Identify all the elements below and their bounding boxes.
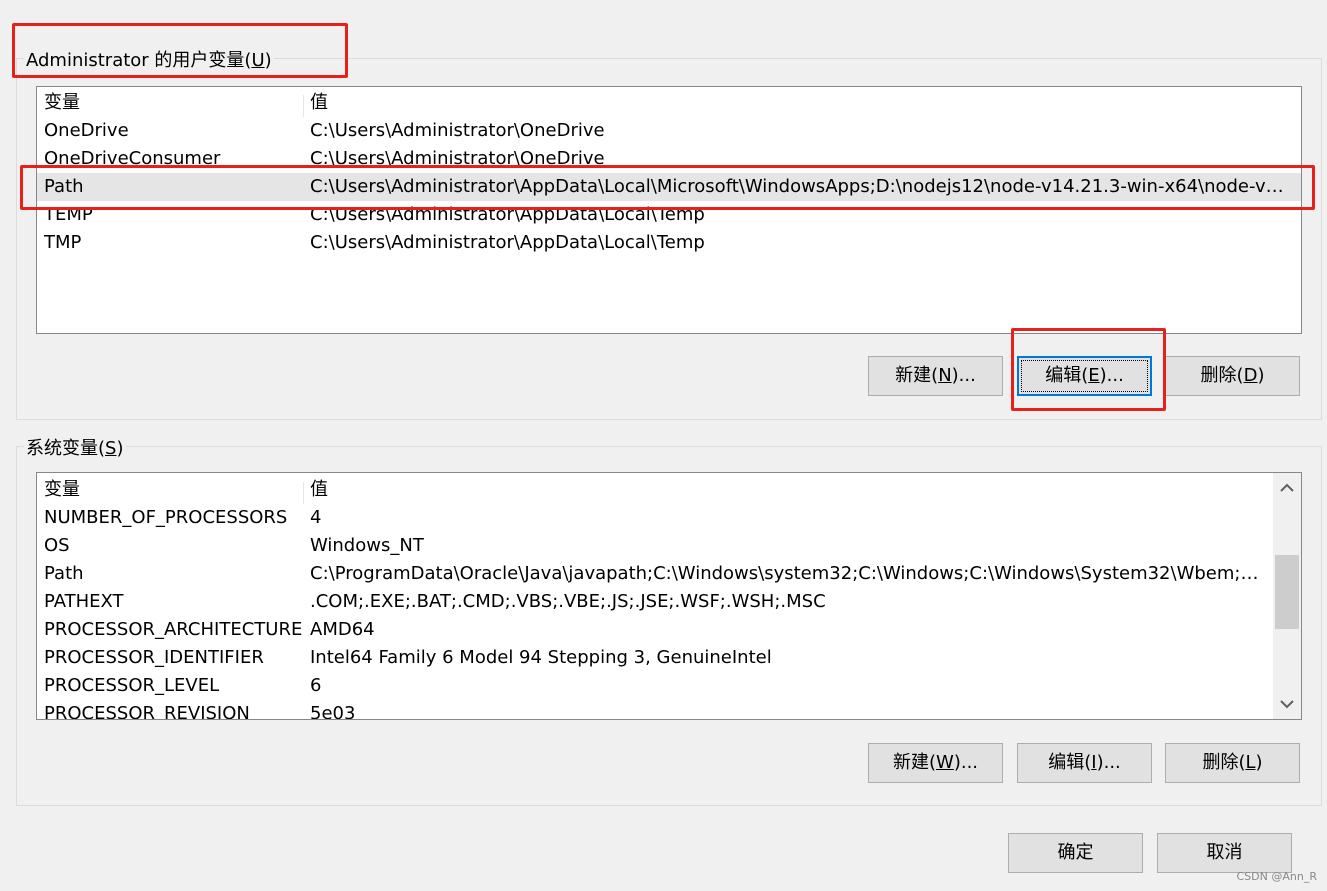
table-row[interactable]: OS Windows_NT [37,532,1273,560]
user-new-button[interactable]: 新建(N)... [868,356,1003,396]
variable-name: OS [44,535,70,556]
system-variables-title: 系统变量(S) [24,434,126,460]
table-row[interactable]: PROCESSOR_LEVEL 6 [37,672,1273,700]
column-header-variable[interactable]: 变量 [44,476,299,504]
table-row[interactable]: PROCESSOR_IDENTIFIER Intel64 Family 6 Mo… [37,644,1273,672]
variable-value: Intel64 Family 6 Model 94 Stepping 3, Ge… [310,647,772,668]
chevron-up-icon[interactable] [1273,473,1301,503]
variable-value: C:\Users\Administrator\OneDrive [310,120,605,141]
column-divider[interactable] [303,482,304,504]
button-label-suffix: ) [1255,752,1263,773]
chevron-down-icon[interactable] [1273,689,1301,719]
table-row[interactable]: OneDrive C:\Users\Administrator\OneDrive [37,117,1301,145]
variable-name: PROCESSOR_LEVEL [44,675,220,696]
variable-value: Windows_NT [310,535,424,556]
table-row[interactable]: PROCESSOR_REVISION 5e03 [37,700,1273,720]
button-label-prefix: 编辑( [1048,752,1092,773]
column-header-value[interactable]: 值 [310,476,1265,504]
variable-value: 5e03 [310,703,356,720]
variable-name: PROCESSOR_REVISION [44,703,250,720]
variable-value: AMD64 [310,619,375,640]
button-accelerator-key: L [1245,752,1256,773]
button-accelerator-key: N [938,365,952,386]
button-label-prefix: 新建( [892,752,937,773]
user-variables-list[interactable]: 变量 值 OneDrive C:\Users\Administrator\One… [36,86,1302,334]
highlight-box-title [12,23,348,78]
system-new-button[interactable]: 新建(W)... [868,743,1003,783]
button-accelerator-key: W [936,752,954,773]
button-label-suffix: )... [951,365,976,386]
variable-name: PROCESSOR_ARCHITECTURE [44,619,303,640]
table-row[interactable]: Path C:\ProgramData\Oracle\Java\javapath… [37,560,1273,588]
variable-value: C:\Users\Administrator\AppData\Local\Tem… [310,232,705,253]
table-row[interactable]: TMP C:\Users\Administrator\AppData\Local… [37,229,1301,257]
button-label-prefix: 新建( [895,365,939,386]
system-variables-title-key: S [105,438,117,459]
button-label-prefix: 删除( [1202,752,1246,773]
variable-value: 4 [310,507,322,528]
variable-value: .COM;.EXE;.BAT;.CMD;.VBS;.VBE;.JS;.JSE;.… [310,591,826,612]
vertical-scrollbar[interactable] [1273,473,1301,719]
button-accelerator-key: D [1243,365,1258,386]
variable-value: C:\ProgramData\Oracle\Java\javapath;C:\W… [310,563,1265,584]
variable-name: PATHEXT [44,591,124,612]
variable-name: Path [44,563,84,584]
system-delete-button[interactable]: 删除(L) [1165,743,1300,783]
table-row[interactable]: NUMBER_OF_PROCESSORS 4 [37,504,1273,532]
ok-button[interactable]: 确定 [1008,833,1143,873]
button-label-suffix: )... [1096,752,1121,773]
variable-name: TMP [44,232,82,253]
button-label-prefix: 删除( [1200,365,1244,386]
user-delete-button[interactable]: 删除(D) [1165,356,1300,396]
watermark: CSDN @Ann_R [1236,870,1317,883]
system-variables-title-suffix: ) [116,438,124,459]
variable-name: NUMBER_OF_PROCESSORS [44,507,288,528]
variable-name: OneDrive [44,120,129,141]
table-row[interactable]: PATHEXT .COM;.EXE;.BAT;.CMD;.VBS;.VBE;.J… [37,588,1273,616]
variable-value: 6 [310,675,322,696]
system-variables-list[interactable]: 变量 值 NUMBER_OF_PROCESSORS 4 OS Windows_N… [36,472,1302,720]
column-header-variable[interactable]: 变量 [44,89,299,117]
column-header-value[interactable]: 值 [310,89,1290,117]
list-header: 变量 值 [37,476,1273,504]
cancel-button[interactable]: 取消 [1157,833,1292,873]
system-variables-title-prefix: 系统变量( [26,438,106,459]
variable-name: PROCESSOR_IDENTIFIER [44,647,264,668]
highlight-box-path-row [20,165,1315,210]
scrollbar-thumb[interactable] [1275,555,1299,629]
table-row[interactable]: PROCESSOR_ARCHITECTURE AMD64 [37,616,1273,644]
list-header: 变量 值 [37,89,1301,117]
highlight-box-edit-button [1011,328,1166,411]
button-label-suffix: )... [953,752,979,773]
system-edit-button[interactable]: 编辑(I)... [1017,743,1152,783]
button-label-suffix: ) [1257,365,1265,386]
column-divider[interactable] [303,95,304,117]
